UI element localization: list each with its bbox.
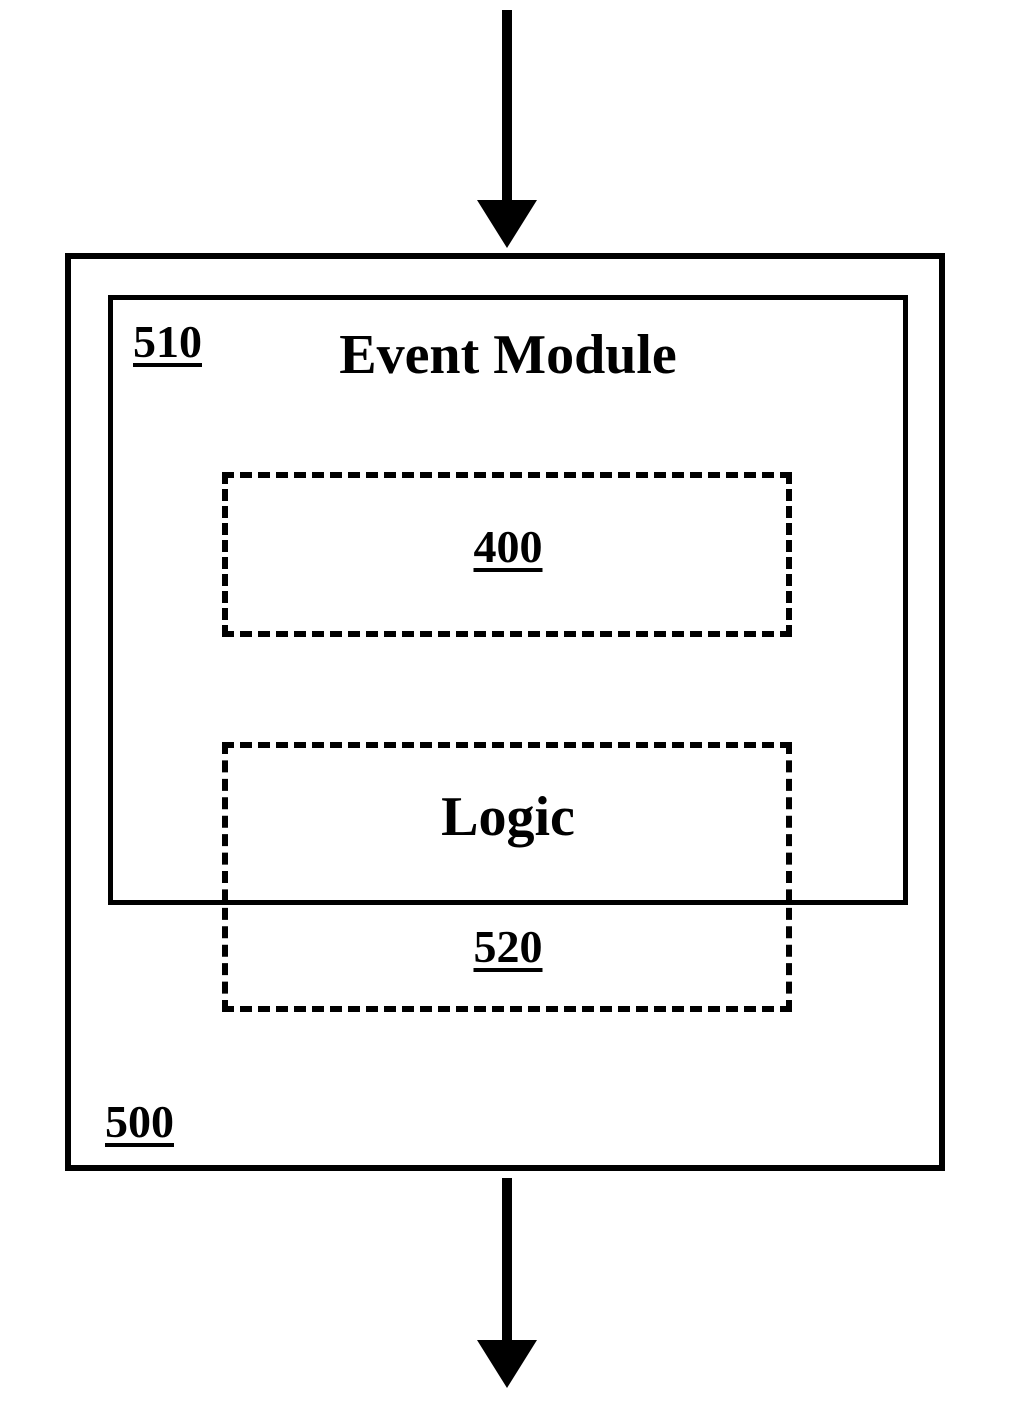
ref-label-520: 520 xyxy=(0,920,1016,973)
event-module-title: Event Module xyxy=(0,323,1016,387)
diagram-canvas: 510 Event Module 400 Logic 520 500 xyxy=(0,0,1016,1403)
logic-title: Logic xyxy=(0,785,1016,849)
input-arrow-shaft xyxy=(502,10,512,210)
input-arrow-head-icon xyxy=(477,200,537,248)
ref-label-500: 500 xyxy=(105,1095,174,1148)
output-arrow-shaft xyxy=(502,1178,512,1348)
ref-label-400: 400 xyxy=(0,520,1016,573)
output-arrow-head-icon xyxy=(477,1340,537,1388)
